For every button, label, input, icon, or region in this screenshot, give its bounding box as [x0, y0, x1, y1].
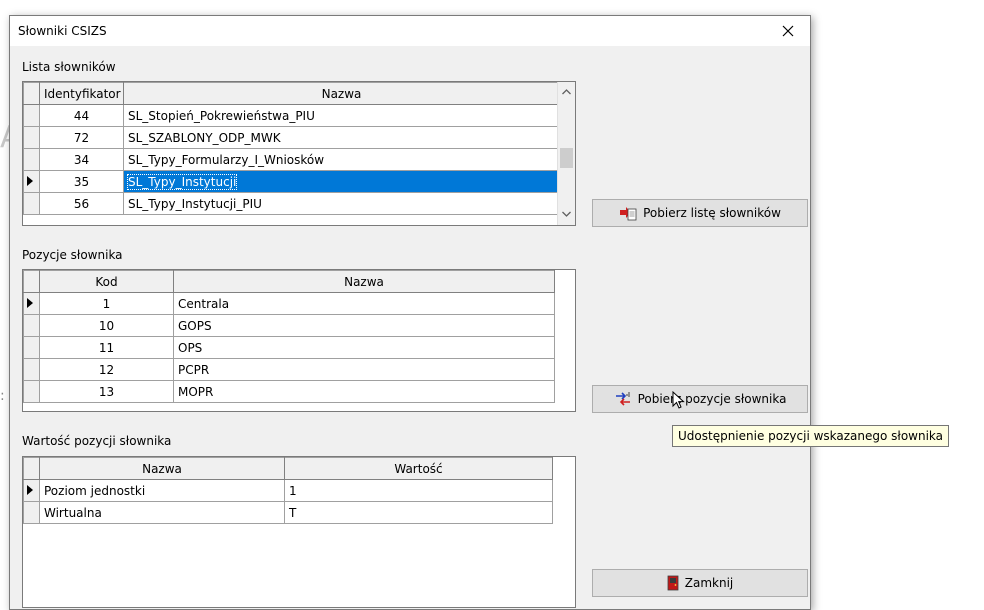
- fetch-dictionary-list-button[interactable]: Pobierz listę słowników: [592, 199, 808, 227]
- column-header-name[interactable]: Nazwa: [39, 457, 285, 480]
- table-row[interactable]: 12 PCPR: [23, 358, 555, 381]
- cell-id[interactable]: 35: [39, 170, 124, 193]
- cell-name[interactable]: Poziom jednostki: [39, 479, 285, 502]
- row-pointer-icon: [27, 176, 33, 186]
- table-row[interactable]: 10 GOPS: [23, 314, 555, 337]
- column-header-code[interactable]: Kod: [39, 270, 174, 293]
- cell-code[interactable]: 12: [39, 358, 174, 381]
- cell-id[interactable]: 44: [39, 104, 124, 127]
- tooltip: Udostępnienie pozycji wskazanego słownik…: [672, 425, 950, 447]
- cell-id[interactable]: 34: [39, 148, 124, 171]
- table-row-selected[interactable]: 35 SL_Typy_Instytucji: [23, 170, 560, 193]
- column-header-value[interactable]: Wartość: [284, 457, 553, 480]
- row-pointer-icon: [27, 298, 33, 308]
- cell-value[interactable]: T: [284, 501, 553, 524]
- table-row[interactable]: 34 SL_Typy_Formularzy_I_Wniosków: [23, 148, 560, 171]
- table-row[interactable]: 11 OPS: [23, 336, 555, 359]
- dictionary-dialog: Słowniki CSIZS Lista słowników Identyfik…: [9, 15, 811, 610]
- red-arrow-document-icon: [620, 207, 637, 221]
- cell-name[interactable]: PCPR: [173, 358, 555, 381]
- item-values-grid: Nazwa Wartość Poziom jednostki 1 Wirtual…: [22, 456, 576, 608]
- cell-value[interactable]: 1: [284, 479, 553, 502]
- table-row[interactable]: 72 SL_SZABLONY_ODP_MWK: [23, 126, 560, 149]
- cell-name[interactable]: SL_Typy_Instytucji_PIU: [123, 192, 560, 215]
- window-title: Słowniki CSIZS: [18, 24, 107, 38]
- fetch-items-label: Pobierz pozycje słownika: [637, 392, 787, 406]
- row-pointer-icon: [27, 485, 33, 495]
- cell-name[interactable]: GOPS: [173, 314, 555, 337]
- table-row[interactable]: 13 MOPR: [23, 380, 555, 403]
- cell-code[interactable]: 11: [39, 336, 174, 359]
- scroll-up-icon: [562, 89, 571, 95]
- cell-code[interactable]: 1: [39, 292, 174, 315]
- table-row-selected[interactable]: 1 Centrala: [23, 292, 555, 315]
- dictionary-list-grid: Identyfikator Nazwa 44 SL_Stopień_Pokrew…: [22, 81, 576, 226]
- vertical-scrollbar[interactable]: [557, 82, 575, 225]
- cell-name[interactable]: Wirtualna: [39, 501, 285, 524]
- dictionary-items-label: Pozycje słownika: [22, 248, 123, 262]
- table-row-selected[interactable]: Poziom jednostki 1: [23, 479, 553, 502]
- cell-id[interactable]: 56: [39, 192, 124, 215]
- close-icon[interactable]: [766, 16, 810, 46]
- close-label: Zamknij: [684, 576, 734, 590]
- cell-name[interactable]: SL_SZABLONY_ODP_MWK: [123, 126, 560, 149]
- cell-name[interactable]: MOPR: [173, 380, 555, 403]
- table-row[interactable]: Wirtualna T: [23, 501, 553, 524]
- table-row[interactable]: 56 SL_Typy_Instytucji_PIU: [23, 192, 560, 215]
- cell-name[interactable]: Centrala: [173, 292, 555, 315]
- background-fragment: :: [0, 388, 5, 404]
- item-values-label: Wartość pozycji słownika: [22, 434, 172, 448]
- fetch-dictionary-items-button[interactable]: Pobierz pozycje słownika: [592, 385, 808, 413]
- cell-id[interactable]: 72: [39, 126, 124, 149]
- exit-door-icon: [667, 575, 679, 591]
- cell-code[interactable]: 10: [39, 314, 174, 337]
- mouse-cursor-icon: [672, 391, 685, 409]
- column-header-name[interactable]: Nazwa: [123, 82, 560, 105]
- close-dialog-button[interactable]: Zamknij: [592, 569, 808, 597]
- scroll-thumb: [560, 148, 573, 168]
- dictionary-list-label: Lista słowników: [22, 60, 116, 74]
- cell-code[interactable]: 13: [39, 380, 174, 403]
- scroll-down-icon: [562, 211, 571, 217]
- table-row[interactable]: 44 SL_Stopień_Pokrewieństwa_PIU: [23, 104, 560, 127]
- column-header-identifier[interactable]: Identyfikator: [39, 82, 124, 105]
- dictionary-items-grid: Kod Nazwa 1 Centrala 10 GOPS 11 OPS 12 P…: [22, 269, 576, 412]
- title-bar: Słowniki CSIZS: [10, 16, 810, 46]
- cell-name: SL_Typy_Instytucji: [126, 173, 238, 190]
- red-blue-arrows-icon: [615, 392, 630, 406]
- cell-name[interactable]: SL_Typy_Formularzy_I_Wniosków: [123, 148, 560, 171]
- fetch-list-label: Pobierz listę słowników: [643, 206, 781, 220]
- column-header-name[interactable]: Nazwa: [173, 270, 555, 293]
- cell-name[interactable]: SL_Stopień_Pokrewieństwa_PIU: [123, 104, 560, 127]
- cell-name[interactable]: OPS: [173, 336, 555, 359]
